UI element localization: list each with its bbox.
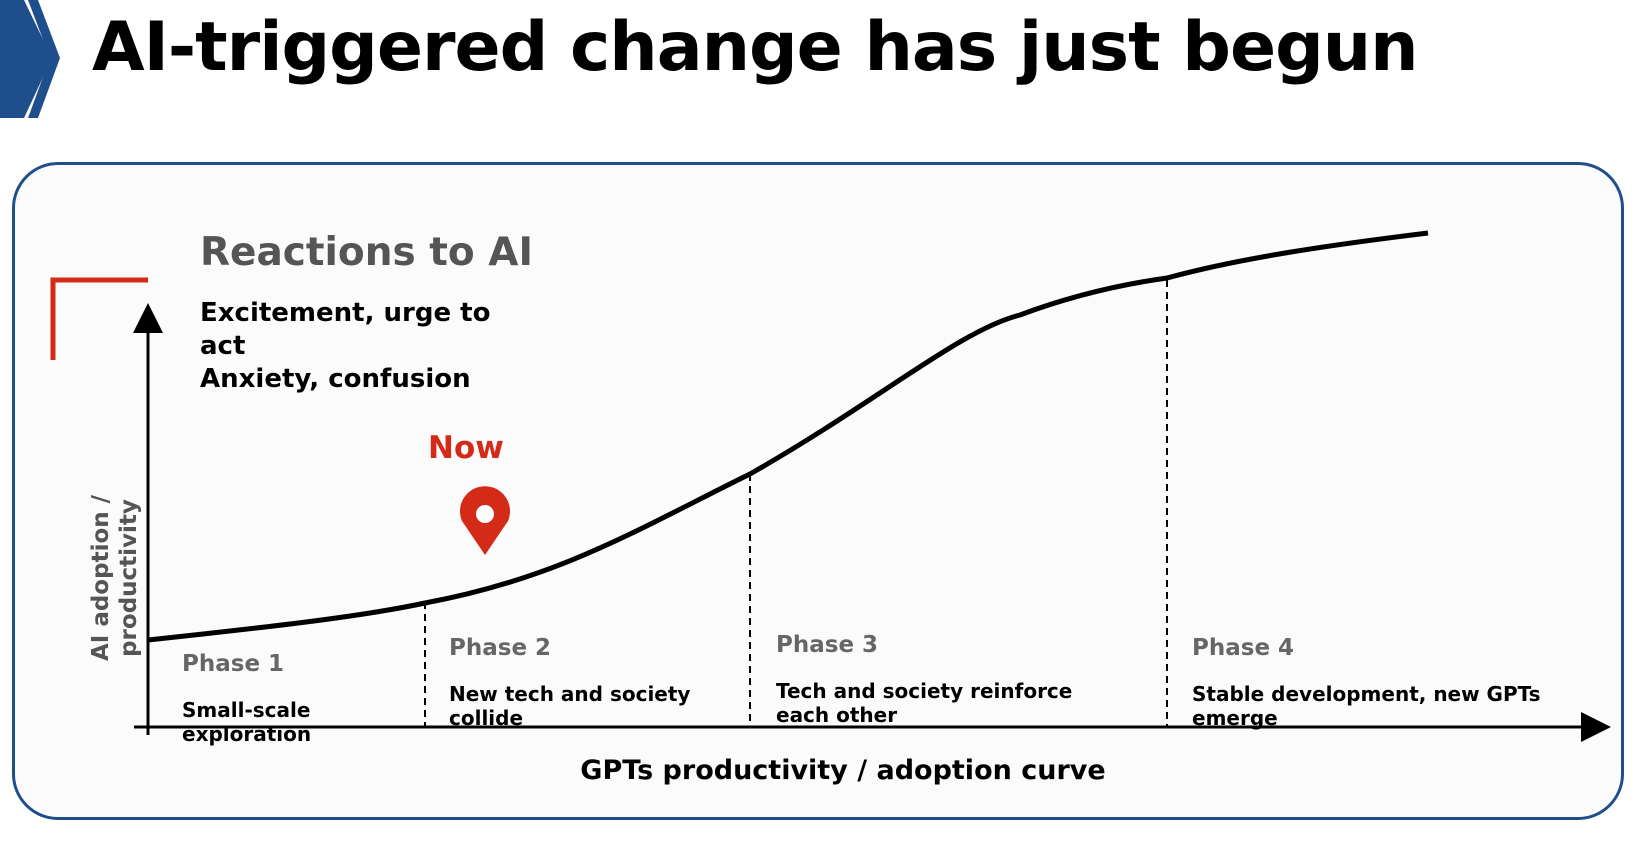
red-bracket-mark	[50, 277, 148, 360]
phase-4-description: Stable development, new GPTs emerge	[1192, 682, 1541, 730]
x-axis-label: GPTs productivity / adoption curve	[580, 755, 1106, 786]
phase-2-description: New tech and society collide	[449, 682, 691, 730]
location-pin-icon	[460, 486, 510, 555]
reactions-heading: Reactions to AI	[200, 230, 533, 275]
phase-1-title: Phase 1	[182, 651, 285, 677]
phase-4-title: Phase 4	[1192, 635, 1295, 661]
phase-3-title: Phase 3	[776, 632, 879, 658]
reaction-anxiety: Anxiety, confusion	[200, 364, 471, 394]
y-axis-label: AI adoption / productivity	[87, 495, 143, 661]
phase-3-description: Tech and society reinforce each other	[776, 679, 1073, 727]
y-axis-label-line-1: AI adoption /	[88, 494, 114, 662]
reaction-excitement: Excitement, urge to	[200, 298, 491, 328]
adoption-s-curve	[147, 230, 1429, 643]
now-marker-label: Now	[428, 430, 504, 466]
y-axis-label-line-2: productivity	[116, 499, 142, 657]
phase-1-description: Small-scale exploration	[182, 698, 312, 746]
phase-2-title: Phase 2	[449, 635, 552, 661]
reaction-excitement-cont: act	[200, 331, 246, 361]
